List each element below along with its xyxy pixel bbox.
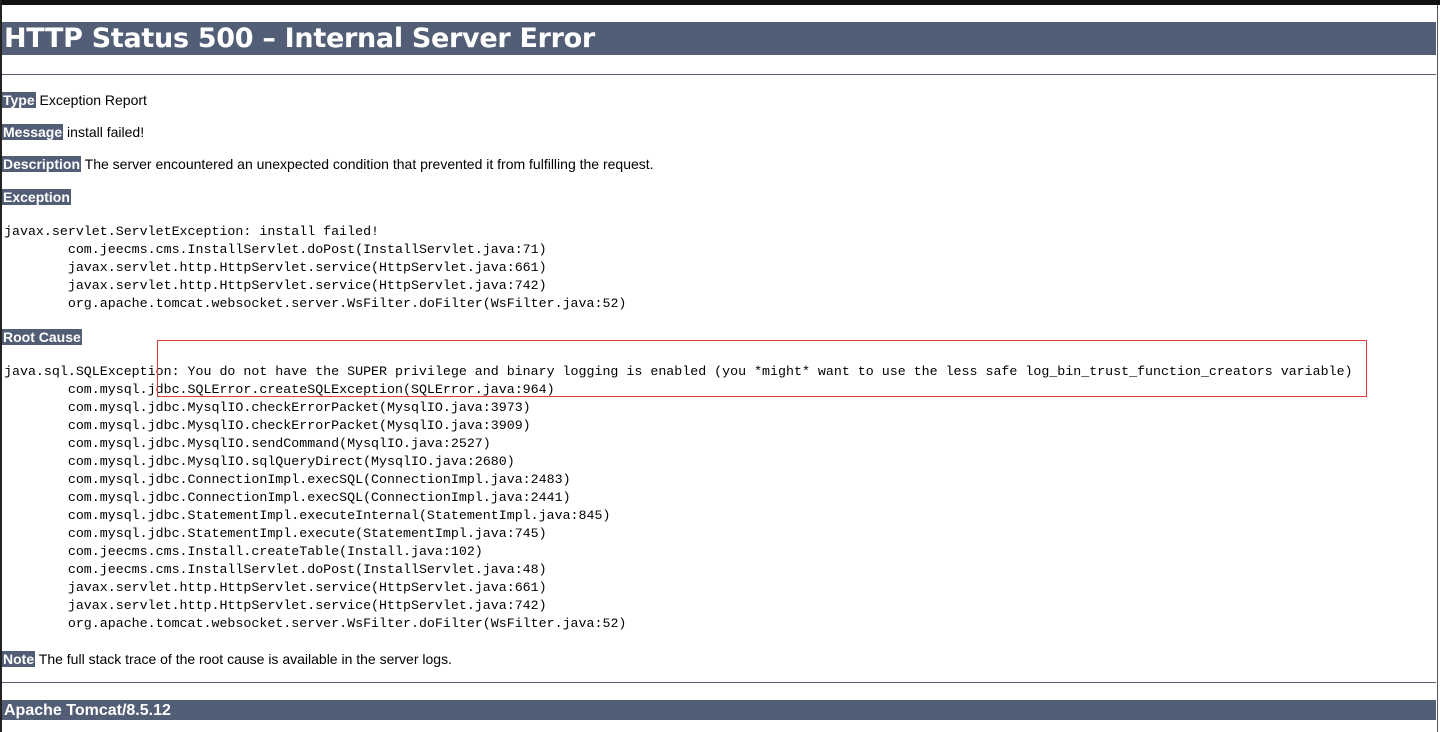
window-left-edge <box>0 0 2 732</box>
root-cause-stack-trace: java.sql.SQLException: You do not have t… <box>4 364 1353 631</box>
type-value: Exception Report <box>39 92 147 108</box>
exception-stack-trace: javax.servlet.ServletException: install … <box>4 224 627 311</box>
type-label: Type <box>2 92 36 108</box>
window-top-bar <box>0 0 1440 5</box>
divider <box>2 74 1436 75</box>
message-label: Message <box>2 124 64 140</box>
message-row: Message install failed! <box>2 123 144 141</box>
window-right-edge <box>1437 5 1438 732</box>
note-row: Note The full stack trace of the root ca… <box>2 650 452 668</box>
root-cause-label: Root Cause <box>2 329 82 345</box>
note-label: Note <box>2 651 36 667</box>
exception-heading-row: Exception <box>2 188 71 206</box>
type-row: Type Exception Report <box>2 91 147 109</box>
message-value: install failed! <box>67 124 145 140</box>
highlight-annotation-box <box>157 340 1367 397</box>
footer-divider <box>2 682 1436 683</box>
description-value: The server encountered an unexpected con… <box>84 156 654 172</box>
root-cause-heading-row: Root Cause <box>2 328 82 346</box>
exception-label: Exception <box>2 189 71 205</box>
description-row: Description The server encountered an un… <box>2 155 654 173</box>
description-label: Description <box>2 156 82 172</box>
server-footer: Apache Tomcat/8.5.12 <box>2 700 1436 720</box>
note-value: The full stack trace of the root cause i… <box>38 651 452 667</box>
page-title: HTTP Status 500 – Internal Server Error <box>2 22 1436 55</box>
